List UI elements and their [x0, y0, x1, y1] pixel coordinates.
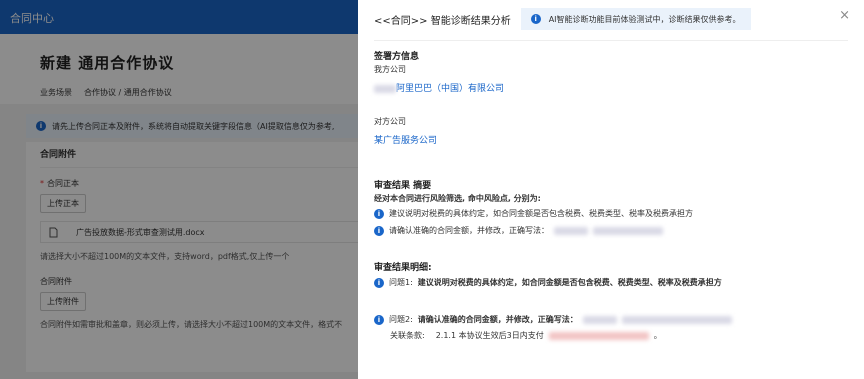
summary-heading: 审查结果 摘要	[374, 181, 432, 191]
issue-label: 问题1:	[389, 278, 413, 287]
drawer-header: <<合同>> 智能诊断结果分析 i AI智能诊断功能目前体验测试中，诊断结果仅供…	[374, 0, 848, 38]
diagnosis-drawer: <<合同>> 智能诊断结果分析 i AI智能诊断功能目前体验测试中，诊断结果仅供…	[358, 0, 864, 379]
clause-text: 2.1.1 本协议生效后3日内支付	[435, 331, 544, 340]
clause-label: 关联条款:	[390, 331, 425, 340]
redacted-text	[582, 315, 617, 324]
redacted-text	[554, 226, 588, 235]
signers-section: 签署方信息 我方公司 阿里巴巴（中国）有限公司 对方公司 某广告服务公司	[374, 49, 848, 146]
summary-intro: 经对本合同进行风险筛选, 命中风险点, 分别为:	[374, 194, 541, 203]
summary-section: 审查结果 摘要 经对本合同进行风险筛选, 命中风险点, 分别为: i 建议说明对…	[374, 178, 848, 236]
summary-item-text: 请确认准确的合同金额，并修改，正确写法：	[389, 226, 549, 235]
detail-heading: 审查结果明细:	[374, 263, 432, 273]
summary-item-text: 建议说明对税费的具体约定，如合同金额是否包含税费、税费类型、税率及税费承担方	[389, 209, 693, 218]
redacted-text	[374, 84, 396, 93]
other-company-label: 对方公司	[374, 117, 406, 126]
clause-row: 关联条款: 2.1.1 本协议生效后3日内支付 。	[374, 330, 848, 341]
other-company-name: 某广告服务公司	[374, 136, 438, 146]
redacted-text	[548, 331, 649, 340]
issue-text: 请确认准确的合同金额，并修改，正确写法：	[417, 315, 578, 324]
our-company: 阿里巴巴（中国）有限公司	[374, 81, 848, 94]
drawer-title: <<合同>> 智能诊断结果分析	[374, 15, 511, 27]
issue-text: 建议说明对税费的具体约定，如合同金额是否包含税费、税费类型、税率及税费承担方	[417, 278, 722, 287]
info-icon: i	[374, 225, 384, 236]
info-icon: i	[374, 208, 384, 219]
info-icon: i	[530, 14, 541, 24]
detail-item: i 问题1: 建议说明对税费的具体约定，如合同金额是否包含税费、税费类型、税率及…	[374, 277, 848, 288]
detail-item: i 问题2: 请确认准确的合同金额，并修改，正确写法：	[374, 314, 848, 325]
summary-item: i 建议说明对税费的具体约定，如合同金额是否包含税费、税费类型、税率及税费承担方	[374, 208, 848, 219]
clause-end: 。	[653, 331, 662, 340]
issue-label: 问题2:	[389, 315, 413, 324]
modal-overlay[interactable]	[0, 0, 358, 379]
divider	[374, 40, 848, 41]
drawer-note-text: AI智能诊断功能目前体验测试中，诊断结果仅供参考。	[548, 14, 741, 24]
our-company-label: 我方公司	[374, 65, 406, 74]
info-icon: i	[374, 277, 384, 288]
drawer-note: i AI智能诊断功能目前体验测试中，诊断结果仅供参考。	[520, 8, 751, 30]
signers-heading: 签署方信息	[374, 52, 420, 62]
our-company-name: 阿里巴巴（中国）有限公司	[396, 84, 505, 94]
redacted-text	[621, 315, 732, 324]
redacted-text	[593, 226, 663, 235]
close-icon[interactable]: ×	[839, 8, 850, 23]
summary-item: i 请确认准确的合同金额，并修改，正确写法：	[374, 225, 848, 236]
detail-section: 审查结果明细: i 问题1: 建议说明对税费的具体约定，如合同金额是否包含税费、…	[374, 260, 848, 341]
info-icon: i	[374, 314, 384, 325]
